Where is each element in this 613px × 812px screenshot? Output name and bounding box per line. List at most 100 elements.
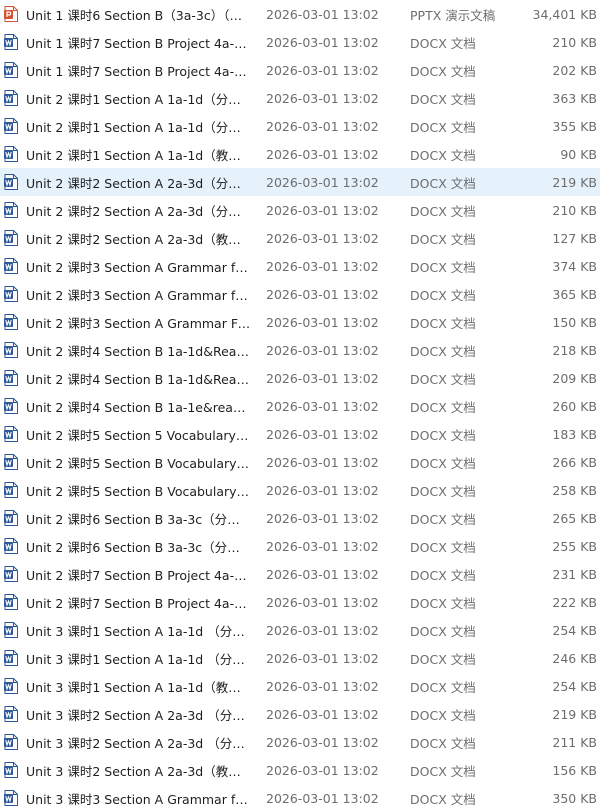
file-date: 2026-03-01 13:02 — [266, 566, 379, 582]
file-type: DOCX 文档 — [410, 315, 476, 331]
file-name: Unit 2 课时2 Section A 2a-3d（教学设… — [26, 231, 252, 247]
file-row[interactable]: Unit 2 课时3 Section A Grammar focu… 2026-… — [0, 252, 600, 280]
file-row[interactable]: Unit 2 课时2 Section A 2a-3d（分层作… 2026-03-… — [0, 196, 600, 224]
file-name: Unit 2 课时5 Section 5 Vocabulary in … — [26, 427, 252, 443]
file-row[interactable]: Unit 1 课时6 Section B（3a-3c）（课… 2026-03-0… — [0, 0, 600, 28]
file-date: 2026-03-01 13:02 — [266, 454, 379, 470]
file-size: 127 KB — [552, 230, 597, 246]
file-type: DOCX 文档 — [410, 427, 476, 443]
file-size: 210 KB — [552, 34, 597, 50]
file-size: 156 KB — [552, 762, 597, 778]
file-date: 2026-03-01 13:02 — [266, 202, 379, 218]
file-size: 260 KB — [552, 398, 597, 414]
file-date: 2026-03-01 13:02 — [266, 426, 379, 442]
word-icon — [4, 286, 18, 302]
word-icon — [4, 146, 18, 162]
file-type: DOCX 文档 — [410, 707, 476, 723]
file-size: 363 KB — [552, 90, 597, 106]
word-icon — [4, 538, 18, 554]
file-row[interactable]: Unit 2 课时5 Section B Vocabulary in … 202… — [0, 476, 600, 504]
file-row[interactable]: Unit 3 课时1 Section A 1a-1d （分层作… 2026-03… — [0, 644, 600, 672]
file-date: 2026-03-01 13:02 — [266, 6, 379, 22]
file-name: Unit 2 课时4 Section B 1a-1d&Readin… — [26, 343, 252, 359]
file-date: 2026-03-01 13:02 — [266, 594, 379, 610]
word-icon — [4, 314, 18, 330]
file-row[interactable]: Unit 2 课时3 Section A Grammar Focu… 2026-… — [0, 308, 600, 336]
word-icon — [4, 482, 18, 498]
file-size: 222 KB — [552, 594, 597, 610]
file-name: Unit 2 课时3 Section A Grammar focu… — [26, 287, 252, 303]
file-size: 254 KB — [552, 622, 597, 638]
file-date: 2026-03-01 13:02 — [266, 622, 379, 638]
file-name: Unit 2 课时4 Section B 1a-1d&Readin… — [26, 371, 252, 387]
file-name: Unit 3 课时1 Section A 1a-1d （分层作… — [26, 651, 252, 667]
file-type: DOCX 文档 — [410, 119, 476, 135]
word-icon — [4, 62, 18, 78]
file-row[interactable]: Unit 1 课时7 Section B Project 4a-4c… 2026… — [0, 28, 600, 56]
file-date: 2026-03-01 13:02 — [266, 538, 379, 554]
word-icon — [4, 34, 18, 50]
file-name: Unit 2 课时3 Section A Grammar Focu… — [26, 315, 252, 331]
file-size: 202 KB — [552, 62, 597, 78]
file-size: 350 KB — [552, 790, 597, 806]
file-date: 2026-03-01 13:02 — [266, 706, 379, 722]
word-icon — [4, 706, 18, 722]
file-name: Unit 1 课时7 Section B Project 4a-4c… — [26, 35, 252, 51]
file-row[interactable]: Unit 2 课时1 Section A 1a-1d（教学设… 2026-03-… — [0, 140, 600, 168]
file-row[interactable]: Unit 2 课时7 Section B Project 4a-4c … 202… — [0, 588, 600, 616]
file-row[interactable]: Unit 3 课时2 Section A 2a-3d （分层作… 2026-03… — [0, 700, 600, 728]
file-type: DOCX 文档 — [410, 259, 476, 275]
file-size: 255 KB — [552, 538, 597, 554]
file-row[interactable]: Unit 1 课时7 Section B Project 4a-4c… 2026… — [0, 56, 600, 84]
file-row[interactable]: Unit 2 课时4 Section B 1a-1d&Readin… 2026-… — [0, 336, 600, 364]
file-row[interactable]: Unit 2 课时6 Section B 3a-3c（分层作… 2026-03-… — [0, 504, 600, 532]
file-date: 2026-03-01 13:02 — [266, 342, 379, 358]
word-icon — [4, 426, 18, 442]
file-row[interactable]: Unit 2 课时2 Section A 2a-3d（教学设… 2026-03-… — [0, 224, 600, 252]
file-size: 34,401 KB — [532, 6, 597, 22]
file-size: 218 KB — [552, 342, 597, 358]
file-size: 266 KB — [552, 454, 597, 470]
file-name: Unit 2 课时1 Section A 1a-1d（教学设… — [26, 147, 252, 163]
file-size: 211 KB — [552, 734, 597, 750]
file-row[interactable]: Unit 3 课时3 Section A Grammar focu… 2026-… — [0, 784, 600, 812]
file-date: 2026-03-01 13:02 — [266, 678, 379, 694]
file-row[interactable]: Unit 2 课时7 Section B Project 4a-4c … 202… — [0, 560, 600, 588]
file-name: Unit 2 课时6 Section B 3a-3c（分层作… — [26, 511, 252, 527]
file-row[interactable]: Unit 2 课时5 Section 5 Vocabulary in … 202… — [0, 420, 600, 448]
word-icon — [4, 118, 18, 134]
file-row[interactable]: Unit 2 课时5 Section B Vocabulary in … 202… — [0, 448, 600, 476]
file-date: 2026-03-01 13:02 — [266, 118, 379, 134]
word-icon — [4, 454, 18, 470]
file-name: Unit 3 课时1 Section A 1a-1d（教学设… — [26, 679, 252, 695]
file-row[interactable]: Unit 2 课时1 Section A 1a-1d（分层作… 2026-03-… — [0, 112, 600, 140]
file-date: 2026-03-01 13:02 — [266, 482, 379, 498]
file-type: DOCX 文档 — [410, 147, 476, 163]
file-row[interactable]: Unit 3 课时2 Section A 2a-3d（教学设… 2026-03-… — [0, 756, 600, 784]
file-name: Unit 3 课时2 Section A 2a-3d （分层作… — [26, 735, 252, 751]
file-type: DOCX 文档 — [410, 763, 476, 779]
file-row[interactable]: Unit 2 课时4 Section B 1a-1d&Readin… 2026-… — [0, 364, 600, 392]
file-name: Unit 2 课时7 Section B Project 4a-4c … — [26, 567, 252, 583]
file-type: DOCX 文档 — [410, 175, 476, 191]
file-name: Unit 3 课时2 Section A 2a-3d （分层作… — [26, 707, 252, 723]
word-icon — [4, 762, 18, 778]
word-icon — [4, 258, 18, 274]
file-size: 150 KB — [552, 314, 597, 330]
file-size: 209 KB — [552, 370, 597, 386]
file-name: Unit 2 课时7 Section B Project 4a-4c … — [26, 595, 252, 611]
file-row[interactable]: Unit 2 课时3 Section A Grammar focu… 2026-… — [0, 280, 600, 308]
file-row[interactable]: Unit 2 课时1 Section A 1a-1d（分层作… 2026-03-… — [0, 84, 600, 112]
file-row[interactable]: Unit 3 课时1 Section A 1a-1d （分层作… 2026-03… — [0, 616, 600, 644]
file-date: 2026-03-01 13:02 — [266, 90, 379, 106]
file-row[interactable]: Unit 2 课时6 Section B 3a-3c（分层作… 2026-03-… — [0, 532, 600, 560]
file-row[interactable]: Unit 2 课时4 Section B 1a-1e&readin… 2026-… — [0, 392, 600, 420]
file-type: DOCX 文档 — [410, 343, 476, 359]
file-date: 2026-03-01 13:02 — [266, 146, 379, 162]
file-size: 365 KB — [552, 286, 597, 302]
file-size: 90 KB — [560, 146, 597, 162]
file-row[interactable]: Unit 3 课时1 Section A 1a-1d（教学设… 2026-03-… — [0, 672, 600, 700]
file-row[interactable]: Unit 2 课时2 Section A 2a-3d（分层作… 2026-03-… — [0, 168, 600, 196]
file-row[interactable]: Unit 3 课时2 Section A 2a-3d （分层作… 2026-03… — [0, 728, 600, 756]
file-name: Unit 1 课时7 Section B Project 4a-4c… — [26, 63, 252, 79]
